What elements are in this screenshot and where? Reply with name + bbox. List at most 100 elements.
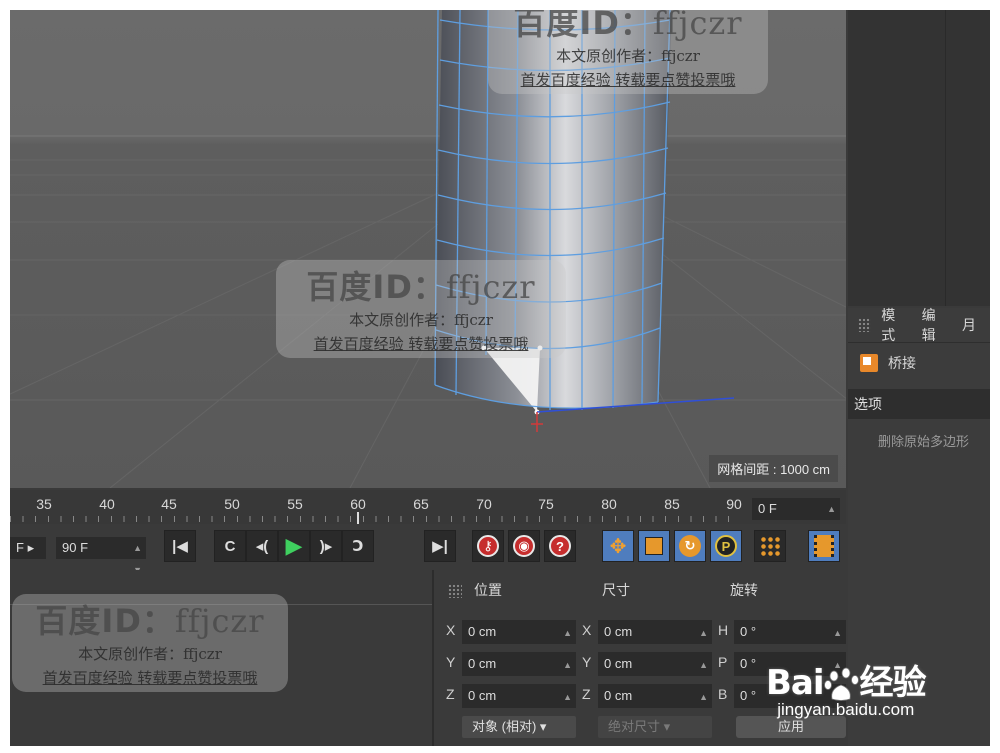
position-y-field[interactable]: 0 cm▲▼ [462, 652, 576, 694]
next-key-button[interactable]: Ↄ [342, 530, 374, 562]
column-divider [945, 10, 946, 306]
record-scale-button[interactable] [638, 530, 670, 562]
c4d-window: 网格间距 : 1000 cm 模式 编辑 月 桥接 选项 删除原始多边形 35 … [10, 10, 990, 746]
record-point-level-button[interactable] [754, 530, 786, 562]
options-section-header[interactable]: 选项 [848, 389, 990, 419]
rotation-p-value: 0 ° [740, 656, 757, 671]
watermark-title-prefix: 百度ID： [513, 10, 653, 42]
next-key-icon: Ↄ [352, 538, 364, 555]
axis-label: P [718, 654, 728, 670]
playhead-marker[interactable] [357, 512, 359, 524]
baidu-logo-prefix: Bai [766, 663, 825, 703]
position-header: 位置 [474, 582, 502, 598]
watermark-line2: 首发百度经验 转载要点赞投票哦 [520, 71, 736, 89]
autokeying-button[interactable]: ◉ [508, 530, 540, 562]
record-active-objects-button[interactable]: ⚷ [472, 530, 504, 562]
menu-mode[interactable]: 模式 [881, 305, 907, 345]
scheme-settings-button[interactable] [808, 530, 840, 562]
current-frame-field[interactable]: 0 F ▲▼ [752, 498, 840, 536]
watermark-title: 百度ID：ffjczr [498, 10, 758, 44]
delete-original-polygons-option[interactable]: 删除原始多边形 [848, 419, 990, 450]
watermark-background: 百度ID：ffjczr 本文原创作者：ffjczr 首发百度经验 转载要点赞投票… [276, 260, 566, 358]
rotation-b-value: 0 ° [740, 688, 757, 703]
next-frame-button[interactable]: )▸ [310, 530, 342, 562]
size-mode-dropdown[interactable]: 绝对尺寸 ▾ [598, 716, 712, 738]
size-mode-value: 绝对尺寸 [608, 719, 661, 734]
coordinate-mode-value: 对象 (相对) [472, 719, 537, 734]
rotation-h-field[interactable]: 0 °▲▼ [734, 620, 846, 662]
size-z-value: 0 cm [604, 688, 633, 703]
tool-name-row: 桥接 [848, 343, 990, 383]
timeline-ruler[interactable]: 35 40 45 50 55 60 65 70 75 80 85 90 [10, 490, 846, 524]
rotation-h-value: 0 ° [740, 624, 757, 639]
tick-label: 65 [413, 496, 429, 512]
baidu-logo-suffix: 经验 [859, 663, 927, 703]
position-y-value: 0 cm [468, 656, 497, 671]
grip-icon[interactable] [448, 584, 462, 598]
play-button[interactable]: ▶ [278, 530, 310, 562]
axis-label: H [718, 622, 729, 638]
watermark-background: 百度ID：ffjczr 本文原创作者：ffjczr 首发百度经验 转载要点赞投票… [12, 594, 288, 692]
watermark: 百度ID：ffjczr 本文原创作者：ffjczr 首发百度经验 转载要点赞投票… [12, 594, 288, 692]
record-parameter-button[interactable]: P [710, 530, 742, 562]
chevron-down-icon: ▾ [663, 719, 671, 734]
start-frame-field[interactable]: F ▸ [10, 537, 46, 559]
tick-label: 50 [224, 496, 240, 512]
points-icon [760, 536, 780, 556]
watermark-title-prefix: 百度ID： [35, 602, 175, 640]
record-position-button[interactable]: ✥ [602, 530, 634, 562]
play-icon: ▶ [285, 533, 303, 558]
question-icon: ? [549, 535, 571, 557]
record-rotation-button[interactable]: ↻ [674, 530, 706, 562]
baidu-paw-icon [823, 667, 859, 701]
size-z-field[interactable]: 0 cm▲▼ [598, 684, 712, 726]
size-x-field[interactable]: 0 cm▲▼ [598, 620, 712, 662]
keyframe-selection-button[interactable]: ? [544, 530, 576, 562]
watermark: 百度ID：ffjczr 本文原创作者：ffjczr 首发百度经验 转载要点赞投票… [488, 10, 768, 94]
tick-label: 40 [99, 496, 115, 512]
watermark-title-id: ffjczr [652, 10, 743, 42]
size-header: 尺寸 [602, 582, 630, 598]
tick-label: 35 [36, 496, 52, 512]
object-manager-panel[interactable] [848, 10, 990, 306]
menu-edit[interactable]: 编辑 [922, 305, 948, 345]
current-frame-value: 0 F [758, 501, 777, 516]
tick-label: 85 [664, 496, 680, 512]
rotation-header: 旋转 [730, 582, 758, 598]
watermark: 百度ID：ffjczr 本文原创作者：ffjczr 首发百度经验 转载要点赞投票… [276, 260, 566, 358]
axis-label: Z [582, 686, 591, 702]
step-back-icon: ◂( [255, 538, 269, 555]
axis-label: Y [582, 654, 592, 670]
start-frame-value: F [16, 540, 24, 555]
position-x-field[interactable]: 0 cm▲▼ [462, 620, 576, 662]
tick-label: 80 [601, 496, 617, 512]
end-frame-field[interactable]: 90 F ▲▼ [56, 537, 146, 575]
previous-key-button[interactable]: C [214, 530, 246, 562]
skip-back-icon: |◀ [172, 538, 188, 555]
grip-icon[interactable] [858, 318, 872, 332]
scale-icon [645, 537, 663, 555]
coordinate-mode-dropdown[interactable]: 对象 (相对) ▾ [462, 716, 576, 738]
axis-label: B [718, 686, 728, 702]
watermark-background: 百度ID：ffjczr 本文原创作者：ffjczr 首发百度经验 转载要点赞投票… [488, 10, 768, 94]
go-to-end-button[interactable]: ▶| [424, 530, 456, 562]
bridge-tool-icon [860, 354, 878, 372]
tick-label: 60 [350, 496, 366, 512]
autokey-icon: ◉ [513, 535, 535, 557]
size-x-value: 0 cm [604, 624, 633, 639]
chevron-down-icon: ▾ [539, 719, 547, 734]
watermark-title-prefix: 百度ID： [306, 268, 446, 306]
menu-user[interactable]: 月 [962, 315, 976, 335]
watermark-title-id: ffjczr [174, 602, 265, 640]
end-frame-value: 90 F [62, 540, 89, 555]
position-z-field[interactable]: 0 cm▲▼ [462, 684, 576, 726]
go-to-start-button[interactable]: |◀ [164, 530, 196, 562]
tick-label: 55 [287, 496, 303, 512]
watermark-title-id: ffjczr [445, 268, 536, 306]
previous-frame-button[interactable]: ◂( [246, 530, 278, 562]
film-strip-icon [814, 535, 834, 557]
tick-label: 45 [161, 496, 177, 512]
size-y-field[interactable]: 0 cm▲▼ [598, 652, 712, 694]
tick-label: 90 [726, 496, 742, 512]
rotate-icon: ↻ [679, 535, 701, 557]
